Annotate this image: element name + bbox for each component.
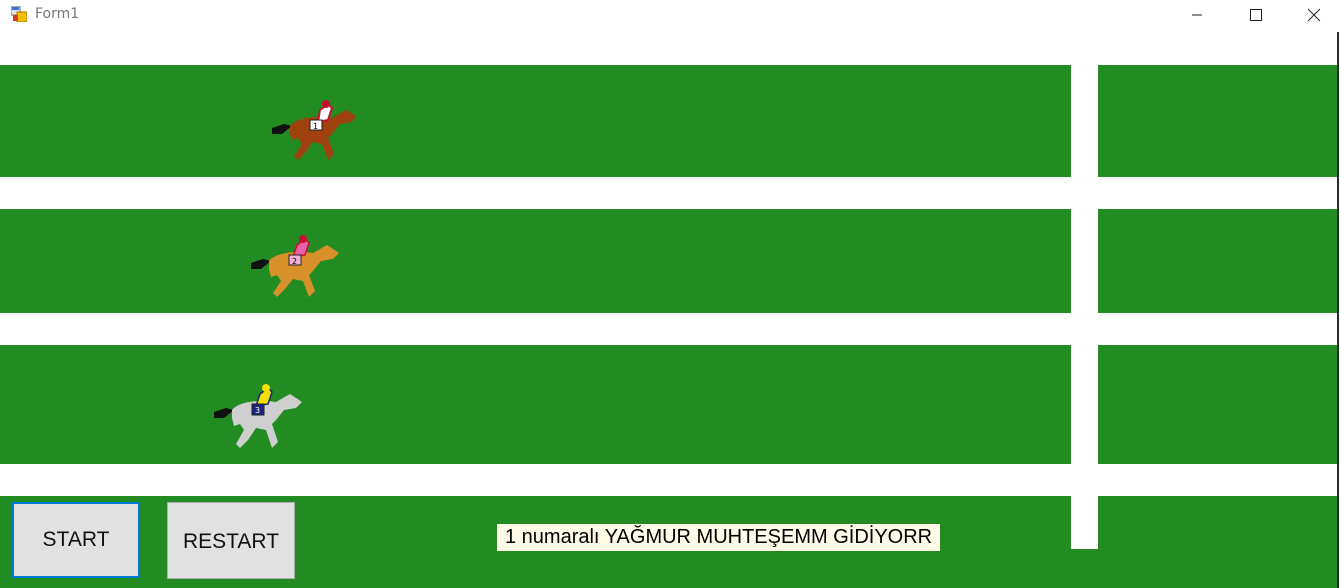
restart-button[interactable]: RESTART [167,502,295,579]
close-icon [1307,8,1321,22]
horse-3-icon: 3 [214,384,302,448]
horse-1-number: 1 [313,122,318,131]
close-button[interactable] [1285,0,1341,30]
lane-2-finish [1098,209,1338,313]
maximize-button[interactable] [1227,0,1285,30]
lane-3-finish [1098,345,1338,464]
horse-1-icon: 1 [272,100,356,160]
lane-2 [0,209,1071,313]
horse-3-number: 3 [255,406,260,415]
finish-line [1071,62,1098,549]
lane-1-finish [1098,65,1338,177]
horse-2-number: 2 [292,257,297,266]
start-button[interactable]: START [12,502,140,578]
horse-2-icon: 2 [251,235,339,297]
status-label: 1 numaralı YAĞMUR MUHTEŞEMM GİDİYORR [497,524,941,551]
maximize-icon [1250,9,1262,21]
lane-1 [0,65,1071,177]
window-border [1337,32,1341,588]
window-title: Form1 [35,6,80,22]
minimize-icon [1192,14,1202,16]
app-icon [10,5,28,23]
lane-3 [0,345,1071,464]
title-bar: Form1 [0,0,1341,30]
minimize-button[interactable] [1168,0,1226,30]
